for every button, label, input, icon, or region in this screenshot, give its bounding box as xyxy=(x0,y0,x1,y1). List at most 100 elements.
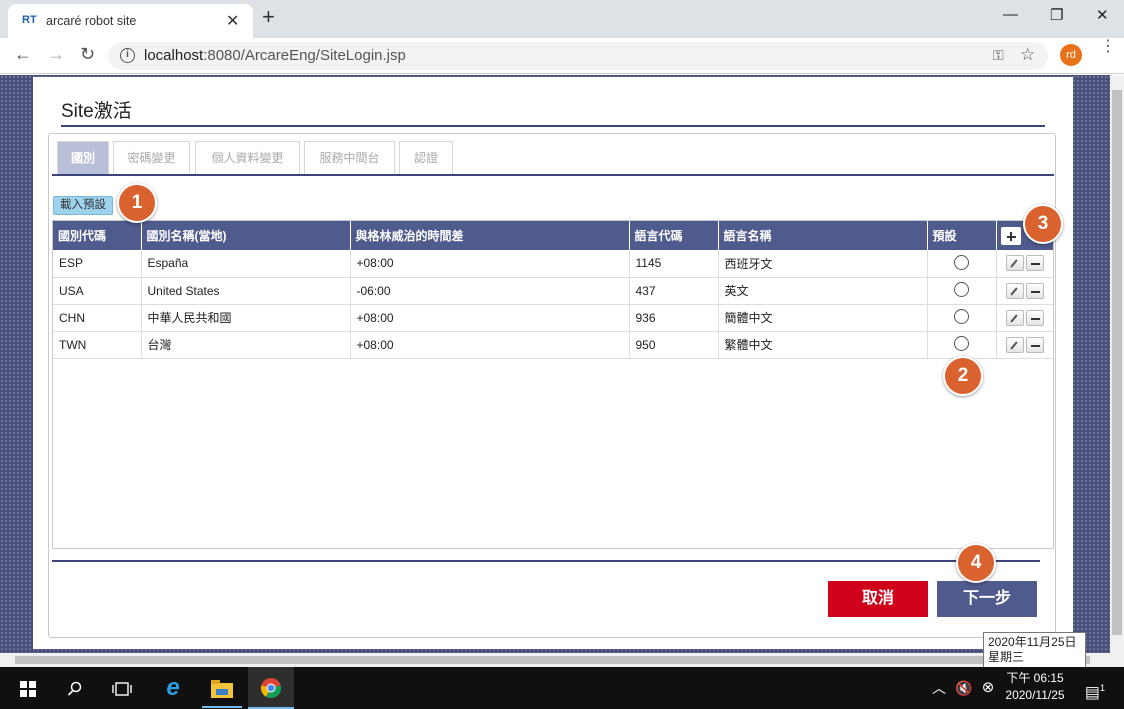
cancel-button[interactable]: 取消 xyxy=(828,581,928,617)
profile-avatar[interactable]: rd xyxy=(1060,44,1082,66)
cell-gmt-offset: -06:00 xyxy=(350,277,630,305)
cell-default xyxy=(927,277,997,305)
edit-button[interactable] xyxy=(1006,282,1025,299)
tab-close-icon[interactable]: ✕ xyxy=(226,11,239,31)
col-gmt-offset: 與格林威治的時間差 xyxy=(350,221,630,250)
callout-marker-3: 3 xyxy=(1023,204,1063,244)
site-activation-panel: Site激活 國別 密碼變更 個人資料變更 服務中間台 認證 載入預設 國別代碼… xyxy=(33,77,1073,649)
forward-icon[interactable]: → xyxy=(47,44,65,65)
reload-icon[interactable]: ↻ xyxy=(80,44,95,65)
col-language-code: 語言代碼 xyxy=(629,221,719,250)
edit-button[interactable] xyxy=(1006,336,1025,353)
vertical-scrollbar-thumb[interactable] xyxy=(1112,90,1122,635)
cell-language-name: 英文 xyxy=(718,277,928,305)
footer-divider xyxy=(52,560,1040,562)
cell-gmt-offset: +08:00 xyxy=(350,331,630,359)
windows-start-icon[interactable] xyxy=(8,667,48,709)
tab-password-change[interactable]: 密碼變更 xyxy=(113,141,190,175)
next-step-button[interactable]: 下一步 xyxy=(937,581,1037,617)
edit-button[interactable] xyxy=(1006,309,1025,326)
cell-language-name: 繁體中文 xyxy=(718,331,928,359)
default-radio[interactable] xyxy=(954,336,969,352)
omnibox[interactable]: i localhost:8080/ArcareEng/SiteLogin.jsp… xyxy=(108,42,1048,70)
cell-language-code: 437 xyxy=(629,277,719,305)
col-default: 預設 xyxy=(927,221,997,250)
file-explorer-icon[interactable] xyxy=(202,667,242,709)
cell-language-name: 簡體中文 xyxy=(718,304,928,332)
load-default-button[interactable]: 載入預設 xyxy=(53,196,113,215)
cell-country-code: ESP xyxy=(53,250,142,278)
country-table: 國別代碼 國別名稱(當地) 與格林威治的時間差 語言代碼 語言名稱 預設 ESP xyxy=(53,221,1053,359)
delete-button[interactable] xyxy=(1026,309,1045,326)
file-explorer-open-indicator xyxy=(202,706,242,708)
notifications-icon[interactable]: ▤1 xyxy=(1080,667,1110,709)
pencil-icon xyxy=(1010,340,1018,350)
info-icon[interactable]: i xyxy=(120,48,135,63)
internet-explorer-icon[interactable]: e xyxy=(152,667,194,709)
cell-country-name: 中華人民共和國 xyxy=(141,304,351,332)
chrome-taskbar-active[interactable] xyxy=(248,667,294,709)
table-row: CHN 中華人民共和國 +08:00 936 簡體中文 xyxy=(53,304,1053,332)
tab-profile-change[interactable]: 個人資料變更 xyxy=(195,141,300,175)
delete-button[interactable] xyxy=(1026,255,1045,272)
cell-actions xyxy=(996,250,1053,278)
taskbar-clock[interactable]: 下午 06:15 2020/11/25 xyxy=(999,667,1071,709)
add-row-button[interactable] xyxy=(1000,226,1021,245)
tab-country[interactable]: 國別 xyxy=(57,141,109,175)
star-icon[interactable]: ☆ xyxy=(1020,45,1035,65)
content-box: 國別 密碼變更 個人資料變更 服務中間台 認證 載入預設 國別代碼 國別名稱(當… xyxy=(48,133,1056,638)
key-icon[interactable]: ⚿ xyxy=(993,47,1004,64)
default-radio[interactable] xyxy=(954,282,969,298)
callout-marker-2: 2 xyxy=(943,356,983,396)
clock-time: 下午 06:15 xyxy=(1006,671,1064,685)
address-toolbar: ← → ↻ i localhost:8080/ArcareEng/SiteLog… xyxy=(0,38,1124,74)
delete-button[interactable] xyxy=(1026,282,1045,299)
chevron-up-icon[interactable]: ︿ xyxy=(930,667,948,709)
windows-taskbar: e ︿ 🔇 ⊗ ▤1 xyxy=(0,667,1124,709)
back-icon[interactable]: ← xyxy=(14,44,32,65)
table-row: USA United States -06:00 437 英文 xyxy=(53,277,1053,305)
cell-default xyxy=(927,304,997,332)
minus-icon xyxy=(1031,263,1041,266)
cell-language-code: 1145 xyxy=(629,250,719,278)
cell-default xyxy=(927,250,997,278)
task-view-icon[interactable] xyxy=(102,667,142,709)
restore-icon[interactable]: ❐ xyxy=(1050,6,1063,24)
table-row: TWN 台灣 +08:00 950 繁體中文 xyxy=(53,331,1053,359)
cell-country-name: España xyxy=(141,250,351,278)
cell-language-name: 西班牙文 xyxy=(718,250,928,278)
default-radio[interactable] xyxy=(954,255,969,271)
default-radio[interactable] xyxy=(954,309,969,325)
country-table-container: 國別代碼 國別名稱(當地) 與格林威治的時間差 語言代碼 語言名稱 預設 ESP xyxy=(52,220,1054,549)
cell-gmt-offset: +08:00 xyxy=(350,304,630,332)
clock-date: 2020/11/25 xyxy=(1005,688,1065,702)
cell-actions xyxy=(996,331,1053,359)
speaker-muted-icon[interactable]: 🔇 xyxy=(953,667,975,709)
cell-language-code: 950 xyxy=(629,331,719,359)
cell-actions xyxy=(996,304,1053,332)
title-divider xyxy=(61,125,1045,127)
site-favicon-icon: RT xyxy=(22,14,37,26)
network-error-icon[interactable]: ⊗ xyxy=(978,667,998,709)
new-tab-icon[interactable]: + xyxy=(262,6,275,28)
close-window-icon[interactable]: ✕ xyxy=(1096,6,1109,24)
tooltip-weekday: 星期三 xyxy=(988,650,1025,664)
tooltip-date: 2020年11月25日 xyxy=(988,635,1077,649)
edit-button[interactable] xyxy=(1006,255,1025,272)
tab-service-desk[interactable]: 服務中間台 xyxy=(304,141,395,175)
tabs-divider xyxy=(52,174,1054,176)
chrome-icon xyxy=(260,678,282,699)
minimize-icon[interactable]: — xyxy=(1003,6,1018,23)
delete-button[interactable] xyxy=(1026,336,1045,353)
callout-marker-1: 1 xyxy=(117,183,157,223)
callout-marker-4: 4 xyxy=(956,543,996,583)
url-text[interactable]: localhost:8080/ArcareEng/SiteLogin.jsp xyxy=(144,47,406,64)
tab-authentication[interactable]: 認證 xyxy=(399,141,453,175)
cell-gmt-offset: +08:00 xyxy=(350,250,630,278)
minus-icon xyxy=(1031,344,1041,347)
date-tooltip: 2020年11月25日 星期三 xyxy=(983,632,1086,668)
search-icon[interactable] xyxy=(55,667,95,709)
browser-tab[interactable]: RT arcaré robot site ✕ xyxy=(8,4,253,38)
kebab-menu-icon[interactable]: ⋮ xyxy=(1100,39,1116,55)
horizontal-scrollbar-thumb[interactable] xyxy=(15,656,1090,664)
